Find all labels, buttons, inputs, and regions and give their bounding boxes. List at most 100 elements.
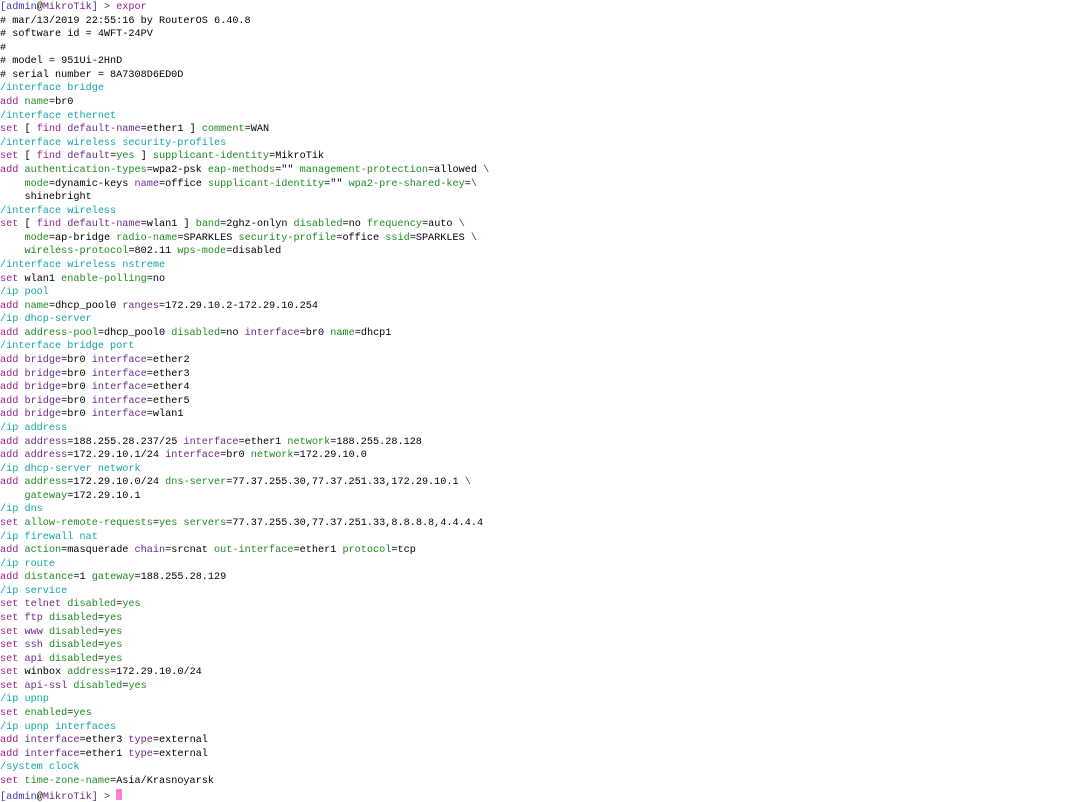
terminal-token-keyword: \ xyxy=(458,219,465,231)
terminal-token-value: br0 xyxy=(67,355,92,367)
terminal-line: # serial number = 8A7308D6ED0D xyxy=(0,69,1078,83)
terminal-line: add interface=ether1 type=external xyxy=(0,748,1078,762)
terminal-token-value: ether1 xyxy=(244,436,288,448)
terminal-token-command: expor xyxy=(116,2,147,13)
terminal-token-value: br0 xyxy=(305,327,331,339)
terminal-token-key: yes xyxy=(103,653,123,665)
terminal-token-command: set xyxy=(0,273,25,285)
terminal-token-keyword: default-name xyxy=(67,124,141,136)
terminal-line: add action=masquerade chain=srcnat out-i… xyxy=(0,544,1078,558)
terminal-line: /ip route xyxy=(0,558,1078,572)
terminal-token-key: yes xyxy=(128,680,147,692)
terminal-line: /interface wireless security-profiles xyxy=(0,137,1078,151)
terminal-line: /interface wireless nstreme xyxy=(0,259,1078,273)
terminal-line: set api disabled=yes xyxy=(0,653,1078,667)
terminal-token-key: comment xyxy=(201,124,245,136)
terminal-line: /interface bridge port xyxy=(0,340,1078,354)
terminal-line: add address=188.255.28.237/25 interface=… xyxy=(0,436,1078,450)
terminal-line: [admin@MikroTik] > expor xyxy=(0,1,1078,15)
terminal-token-value: dhcp_pool0 xyxy=(103,327,172,339)
terminal-token-key: wpa2-pre-shared-key xyxy=(348,178,465,190)
terminal-token-value: wlan1 xyxy=(152,409,184,421)
terminal-token-value: br0 xyxy=(67,409,92,421)
terminal-token-keyword: interface xyxy=(91,395,147,407)
terminal-token-default: # software id = 4WFT-24PV xyxy=(0,29,153,41)
terminal-token-command: set xyxy=(0,219,25,231)
terminal-token-value: 24 xyxy=(146,450,166,462)
terminal-token-keyword: address xyxy=(24,450,68,462)
terminal-token-value: 172.29.10.0 xyxy=(116,667,184,679)
terminal-token-key: disabled xyxy=(48,626,98,638)
terminal-token-value: 802.11 xyxy=(134,246,178,258)
terminal-token-key: address xyxy=(24,477,68,489)
terminal-token-keyword: address xyxy=(24,436,68,448)
terminal-token-key: address-pool xyxy=(24,327,98,339)
terminal-token-path: /system clock xyxy=(0,762,80,774)
terminal-token-keyword: telnet xyxy=(24,599,68,611)
terminal-token-path: /ip dns xyxy=(0,504,43,516)
terminal-token-value: 24 xyxy=(146,477,166,489)
terminal-token-keyword: bridge xyxy=(24,409,62,421)
terminal-token-keyword: \ xyxy=(464,477,471,489)
terminal-token-default: ="" xyxy=(275,164,300,176)
terminal-line: add bridge=br0 interface=ether5 xyxy=(0,395,1078,409)
terminal-line: /ip dhcp-server network xyxy=(0,463,1078,477)
terminal-token-key: frequency xyxy=(366,219,422,231)
terminal-token-value: 77.37.255.30 xyxy=(232,477,306,489)
terminal-token-value: SPARKLES xyxy=(183,232,239,244)
terminal-token-key: name xyxy=(24,300,49,312)
terminal-token-value: ether1 xyxy=(299,545,343,557)
terminal-token-value: no xyxy=(348,219,367,231)
terminal-token-key: band xyxy=(195,219,221,231)
terminal-token-value: ether1 xyxy=(146,124,184,136)
terminal-token-command: set xyxy=(0,626,25,638)
terminal-line: set winbox address=172.29.10.0/24 xyxy=(0,666,1078,680)
terminal-token-value: tcp xyxy=(397,545,416,557)
terminal-token-command: set xyxy=(0,517,25,529)
terminal-token-value: shinebright xyxy=(0,192,92,204)
terminal-token-command: add xyxy=(0,327,25,339)
terminal-token-keyword: \ xyxy=(470,178,477,190)
terminal-token-key: protocol xyxy=(342,545,392,557)
terminal-line: set wlan1 enable-polling=no xyxy=(0,273,1078,287)
terminal-token-path: /ip firewall nat xyxy=(0,531,98,543)
terminal-token-value: 4.4.4.4 xyxy=(440,517,484,529)
terminal-output[interactable]: [admin@MikroTik] > expor # mar/13/2019 22… xyxy=(0,0,1078,802)
terminal-token-prompt: ] > xyxy=(91,791,117,802)
terminal-token-value: dhcp1 xyxy=(360,327,392,339)
terminal-token-keyword: bridge xyxy=(24,382,62,394)
terminal-token-key: wireless-protocol xyxy=(0,246,129,258)
terminal-token-command: set xyxy=(0,151,25,163)
terminal-token-value: allowed xyxy=(434,164,484,176)
terminal-token-command: add xyxy=(0,368,25,380)
terminal-token-value: br0 xyxy=(226,450,251,462)
terminal-line: # model = 951Ui-2HnD xyxy=(0,55,1078,69)
terminal-token-key: disabled xyxy=(48,640,98,652)
terminal-token-value: 24 xyxy=(189,667,202,679)
terminal-token-command: set xyxy=(0,599,25,611)
terminal-line: add bridge=br0 interface=ether4 xyxy=(0,381,1078,395)
terminal-token-key: supplicant-identity xyxy=(207,178,325,190)
terminal-token-keyword: default-name xyxy=(67,219,141,231)
terminal-line: wireless-protocol=802.11 wps-mode=disabl… xyxy=(0,245,1078,259)
terminal-token-command: add xyxy=(0,164,25,176)
terminal-token-keyword: name xyxy=(134,178,159,190)
terminal-token-command: find xyxy=(36,124,68,136)
terminal-token-key: yes xyxy=(103,626,123,638)
terminal-token-value: br0 xyxy=(67,382,92,394)
terminal-token-value: office xyxy=(165,178,208,190)
terminal-token-value: WAN xyxy=(250,124,270,136)
terminal-token-keyword: chain xyxy=(134,545,166,557)
terminal-token-path: /interface ethernet xyxy=(0,110,117,122)
terminal-token-command: add xyxy=(0,545,25,557)
terminal-token-default: [ xyxy=(24,219,37,231)
terminal-line: /ip service xyxy=(0,585,1078,599)
terminal-token-key: mode xyxy=(0,232,49,244)
terminal-token-value: br0 xyxy=(67,368,92,380)
terminal-line: add address=172.29.10.1/24 interface=br0… xyxy=(0,449,1078,463)
terminal-token-keyword: default xyxy=(67,151,111,163)
terminal-token-default: [ xyxy=(24,124,37,136)
terminal-token-value: 172.29.10.1 xyxy=(73,450,141,462)
terminal-token-keyword: bridge xyxy=(24,355,62,367)
terminal-token-key: name xyxy=(330,327,355,339)
